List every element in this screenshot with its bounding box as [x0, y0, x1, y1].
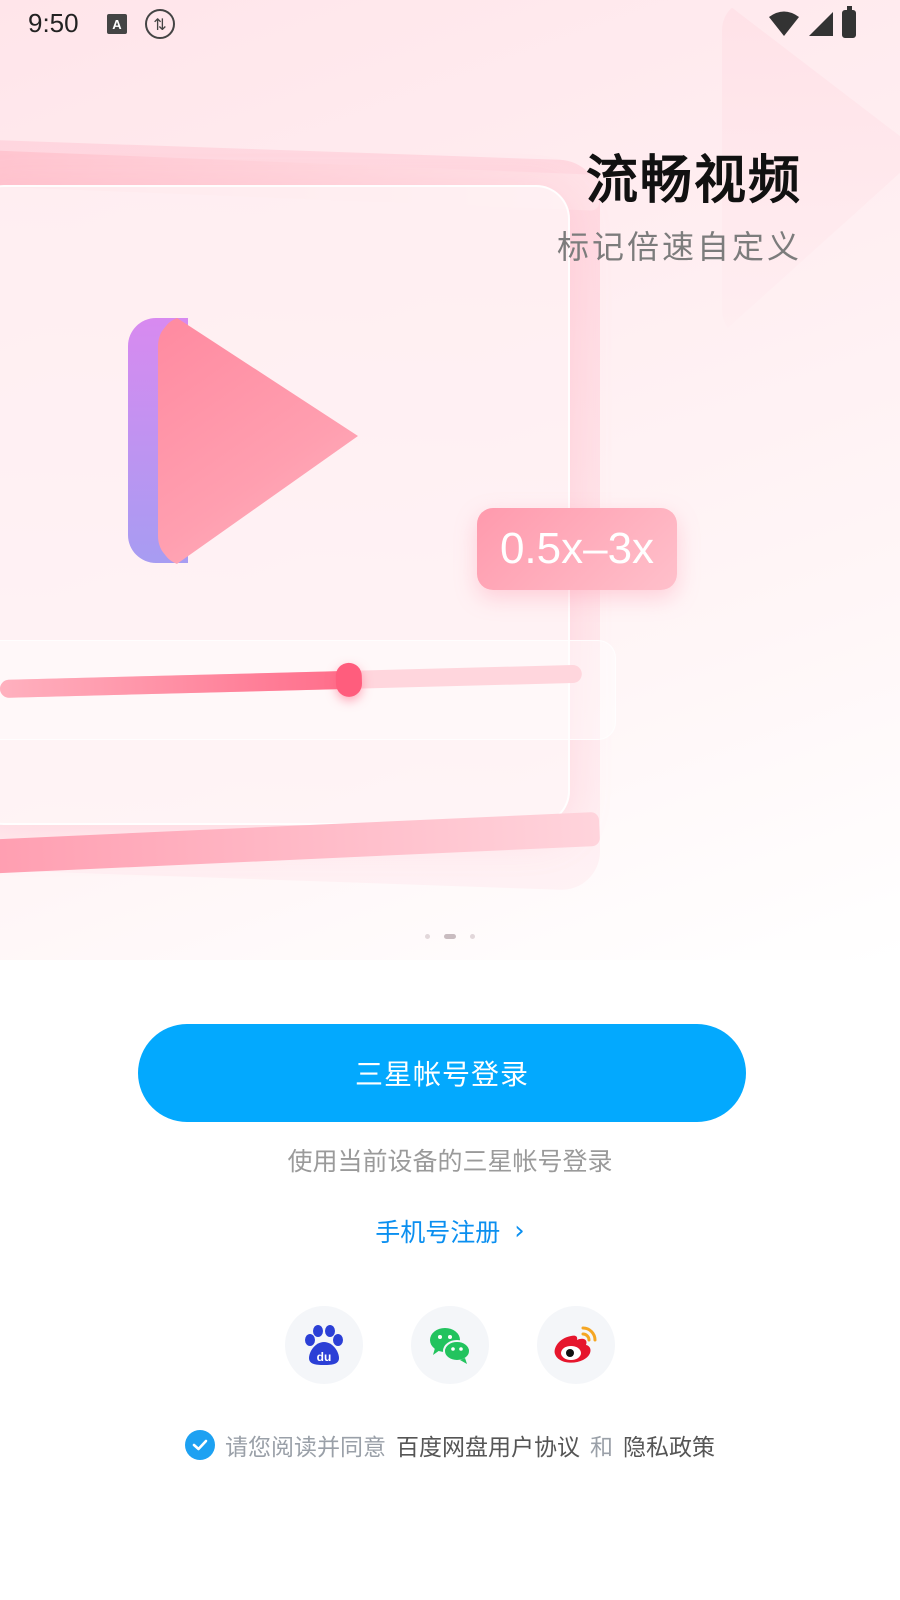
sync-icon: ⇅ [145, 9, 175, 39]
progress-slider-thumb [335, 662, 363, 698]
battery-icon [842, 6, 856, 38]
pager-dots [0, 931, 900, 941]
phone-register-label: 手机号注册 [375, 1218, 501, 1247]
login-screen: 0.5x–3x 流畅视频 标记倍速自定义 9:50 A ⇅ 三星帐号登录 使用当… [0, 0, 900, 1600]
privacy-policy-link[interactable]: 隐私政策 [623, 1428, 715, 1462]
wifi-icon [769, 11, 799, 36]
baidu-paw-icon: du [305, 1325, 343, 1365]
hero-title: 流畅视频 [585, 151, 802, 211]
user-agreement-link[interactable]: 百度网盘用户协议 [396, 1428, 580, 1462]
weibo-login-button[interactable] [537, 1306, 615, 1384]
wechat-login-button[interactable] [411, 1306, 489, 1384]
status-time: 9:50 [28, 8, 79, 38]
login-hint: 使用当前设备的三星帐号登录 [287, 1147, 613, 1176]
agreement-checkbox[interactable] [185, 1430, 215, 1460]
agreement-prefix: 请您阅读并同意 [225, 1435, 386, 1461]
samsung-login-button[interactable]: 三星帐号登录 [138, 1024, 746, 1122]
chevron-right-icon: › [514, 1216, 525, 1246]
phone-register-link[interactable]: 手机号注册 › [0, 1213, 900, 1249]
a-notification-icon: A [107, 14, 127, 34]
wechat-icon [430, 1328, 471, 1364]
agreement-row: 请您阅读并同意 百度网盘用户协议 和 隐私政策 [0, 1428, 900, 1462]
pager-dot [425, 933, 430, 939]
pager-dot [470, 933, 475, 939]
agreement-conjunction: 和 [590, 1435, 613, 1461]
social-login-row: du [0, 1306, 900, 1386]
weibo-icon [554, 1326, 597, 1363]
status-bar: 9:50 A ⇅ [0, 0, 900, 50]
hero-subtitle: 标记倍速自定义 [556, 228, 802, 266]
speed-badge: 0.5x–3x [477, 508, 677, 590]
status-icons [768, 6, 856, 38]
onboarding-hero[interactable]: 0.5x–3x 流畅视频 标记倍速自定义 [0, 0, 900, 960]
pager-dot [444, 933, 456, 939]
baidu-login-button[interactable]: du [285, 1306, 363, 1384]
signal-icon [809, 12, 833, 36]
svg-text:du: du [317, 1350, 332, 1364]
check-icon [192, 1439, 208, 1451]
